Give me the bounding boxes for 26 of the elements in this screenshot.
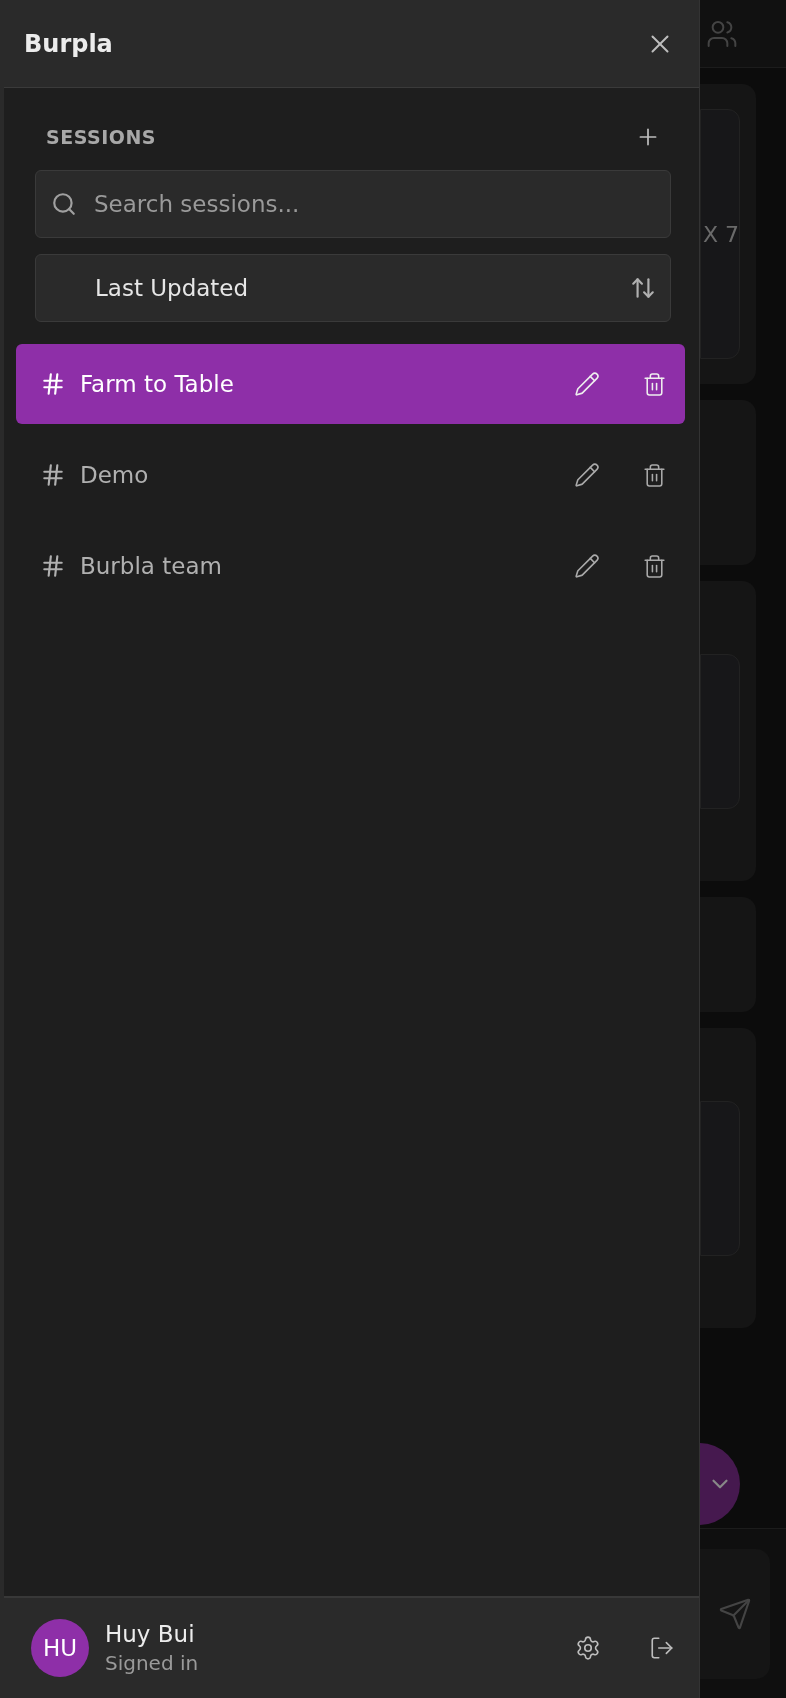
session-item[interactable]: Burbla team [16, 526, 685, 606]
section-heading: SESSIONS [46, 126, 156, 148]
pencil-icon[interactable] [574, 553, 600, 579]
app-title: Burpla [24, 29, 113, 58]
session-item[interactable]: Demo [16, 435, 685, 515]
hash-icon [40, 553, 66, 579]
trash-icon[interactable] [642, 462, 667, 488]
hash-icon [40, 371, 66, 397]
sort-dropdown[interactable]: Last Updated [35, 254, 671, 322]
logout-icon[interactable] [649, 1635, 675, 1661]
trash-icon[interactable] [642, 371, 667, 397]
user-name: Huy Bui [105, 1621, 196, 1647]
session-name: Farm to Table [80, 371, 235, 397]
search-icon [51, 191, 77, 217]
settings-icon[interactable] [575, 1635, 601, 1661]
trash-icon[interactable] [642, 553, 667, 579]
hash-icon [40, 462, 66, 488]
background-text: X 7 [702, 221, 739, 247]
user-status: Signed in [105, 1651, 200, 1675]
pencil-icon[interactable] [574, 462, 600, 488]
user-avatar: HU [31, 1619, 89, 1677]
sort-icon [630, 275, 656, 301]
session-item[interactable]: Farm to Table [16, 344, 685, 424]
session-name: Burbla team [80, 553, 223, 579]
search-field[interactable]: Search sessions... [35, 170, 671, 238]
session-name: Demo [80, 462, 150, 488]
